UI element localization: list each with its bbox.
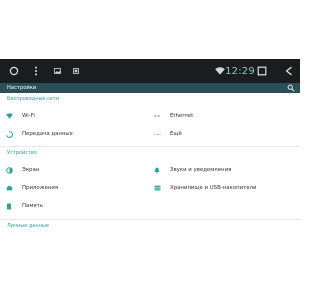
tile-label: Память: [22, 203, 43, 209]
tile-sounds[interactable]: Звуки и уведомления: [148, 161, 293, 179]
tile-data-usage[interactable]: Передача данных: [0, 125, 145, 143]
system-bar: 12:29: [0, 59, 300, 83]
tile-more[interactable]: Ещё: [148, 125, 293, 143]
square-recents-icon[interactable]: [256, 59, 268, 83]
gallery-icon: [53, 59, 61, 83]
tile-label: Звуки и уведомления: [170, 167, 232, 173]
bell-icon: [153, 166, 161, 174]
page-title: Настройки: [7, 85, 37, 91]
data-usage-icon: [5, 130, 13, 138]
tile-label: Wi-Fi: [22, 113, 35, 119]
tile-memory[interactable]: Память: [0, 197, 145, 215]
category-header-wireless: Беспроводные сети: [7, 96, 60, 102]
settings-list: Беспроводные сети Wi-Fi Ethernet Передач…: [0, 93, 300, 300]
settings-screen: 12:29 Настройки Беспроводные сети Wi-Fi: [0, 0, 300, 300]
category-header-personal: Личные данные: [7, 223, 49, 229]
tile-storage[interactable]: Хранилище и USB-накопители: [148, 179, 293, 197]
tile-label: Экран: [22, 167, 40, 173]
clock-text: 12:29: [225, 65, 255, 77]
tile-wifi[interactable]: Wi-Fi: [0, 107, 145, 125]
storage-icon: [153, 184, 161, 192]
tile-ethernet[interactable]: Ethernet: [148, 107, 293, 125]
tile-label: Приложения: [22, 185, 59, 191]
category-header-device: Устройство: [7, 150, 37, 156]
clock: 12:29: [225, 59, 255, 83]
notification-icon: [72, 59, 80, 83]
category-divider: [0, 219, 300, 220]
tile-label: Ещё: [170, 131, 182, 137]
display-icon: [5, 166, 13, 174]
tile-label: Хранилище и USB-накопители: [170, 185, 257, 191]
circle-home-icon[interactable]: [8, 59, 20, 83]
wifi-icon: [5, 112, 13, 120]
category-divider: [0, 146, 300, 147]
memory-icon: [5, 202, 13, 210]
tile-label: Ethernet: [170, 113, 194, 119]
more-icon: [153, 130, 161, 138]
apps-icon: [5, 184, 13, 192]
back-icon[interactable]: [283, 59, 295, 83]
overflow-menu-icon[interactable]: [32, 59, 40, 83]
ethernet-icon: [153, 112, 161, 120]
tile-display[interactable]: Экран: [0, 161, 145, 179]
tile-label: Передача данных: [22, 131, 73, 137]
action-bar: Настройки: [0, 83, 300, 93]
search-icon[interactable]: [287, 84, 295, 92]
tile-apps[interactable]: Приложения: [0, 179, 145, 197]
